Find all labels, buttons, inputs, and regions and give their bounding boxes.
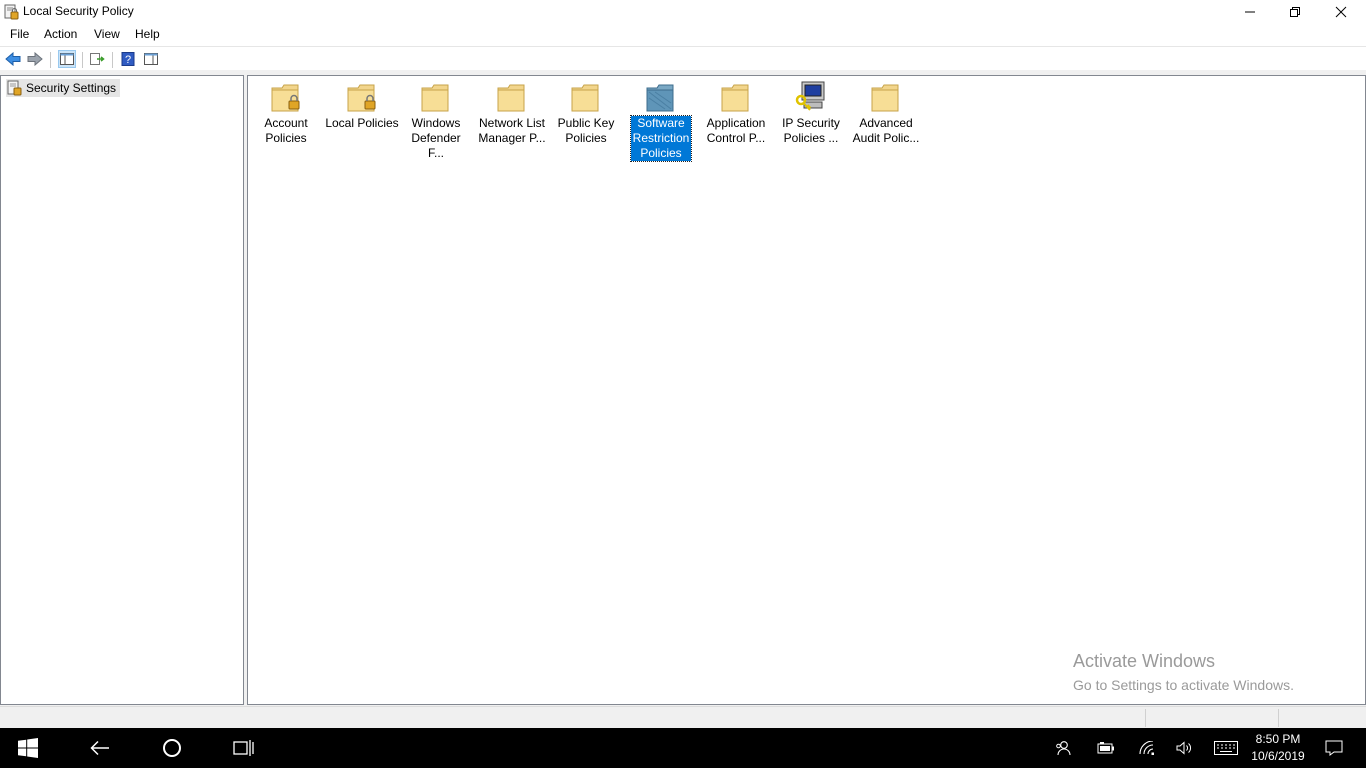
activate-windows-watermark: Activate Windows Go to Settings to activ… <box>1073 651 1294 693</box>
cortana-circle-icon <box>163 739 181 757</box>
svg-text:?: ? <box>125 54 131 66</box>
details-pane: Account Policies Local Policies Windows De… <box>247 75 1366 705</box>
list-item-label: Application Control P... <box>706 116 766 145</box>
close-button[interactable] <box>1318 0 1364 24</box>
action-center-button[interactable] <box>1318 728 1350 768</box>
list-item-software-restriction-policies[interactable]: Software Restriction Policies <box>630 79 692 162</box>
list-item-label: IP Security Policies ... <box>782 116 840 145</box>
menu-action[interactable]: Action <box>44 27 77 41</box>
software-restriction-icon <box>646 84 674 112</box>
help-icon: ? <box>121 52 135 66</box>
list-item-label: Local Policies <box>325 116 399 130</box>
cortana-button[interactable] <box>150 728 194 768</box>
status-bar <box>0 706 1366 728</box>
wifi-icon <box>1139 741 1154 755</box>
ip-security-computer-icon <box>795 81 825 111</box>
forward-button[interactable] <box>26 50 44 68</box>
task-view-icon <box>233 740 254 756</box>
volume-icon <box>1176 741 1191 755</box>
people-icon <box>1056 741 1071 756</box>
tree-item-security-settings[interactable]: Security Settings <box>6 79 121 97</box>
back-arrow-icon <box>90 740 109 756</box>
locked-folder-icon <box>271 84 300 112</box>
locked-folder-icon <box>347 84 376 112</box>
watermark-title: Activate Windows <box>1073 651 1216 671</box>
back-button[interactable] <box>4 50 22 68</box>
action-center-icon <box>1325 740 1343 756</box>
list-item-label: Windows Defender F... <box>411 116 461 160</box>
task-view-button[interactable] <box>222 728 266 768</box>
folder-icon <box>421 84 449 112</box>
properties-view-icon <box>144 53 158 65</box>
people-button[interactable] <box>1048 728 1078 768</box>
list-item-network-list-manager[interactable]: Network List Manager P... <box>476 79 548 146</box>
minimize-button[interactable] <box>1227 0 1273 24</box>
list-item-advanced-audit-policy[interactable]: Advanced Audit Polic... <box>851 79 921 146</box>
taskbar: 8:50 PM 10/6/2019 <box>0 728 1366 768</box>
list-item-public-key-policies[interactable]: Public Key Policies <box>551 79 621 146</box>
properties-view-button[interactable] <box>142 50 160 68</box>
security-settings-icon <box>7 80 22 96</box>
battery-button[interactable] <box>1093 728 1119 768</box>
menu-bar: File Action View Help <box>0 24 1366 44</box>
list-item-ip-security-policies[interactable]: IP Security Policies ... <box>776 79 846 146</box>
back-arrow-icon <box>5 52 21 66</box>
folder-icon <box>571 84 599 112</box>
folder-icon <box>721 84 749 112</box>
list-item-local-policies[interactable]: Local Policies <box>324 79 400 131</box>
title-bar: Local Security Policy <box>0 0 1366 24</box>
list-item-label: Network List Manager P... <box>478 116 546 145</box>
toolbar: ? <box>0 46 1366 70</box>
list-item-windows-defender-firewall[interactable]: Windows Defender F... <box>401 79 471 161</box>
volume-button[interactable] <box>1172 728 1198 768</box>
folder-icon <box>497 84 525 112</box>
menu-view[interactable]: View <box>94 27 120 41</box>
close-icon <box>1335 6 1347 18</box>
clock-date: 10/6/2019 <box>1251 749 1305 763</box>
restore-button[interactable] <box>1272 0 1318 24</box>
list-item-label: Advanced Audit Polic... <box>852 116 920 145</box>
touch-keyboard-button[interactable] <box>1210 728 1242 768</box>
taskbar-clock[interactable]: 8:50 PM 10/6/2019 <box>1246 731 1310 765</box>
console-tree-pane: Security Settings <box>0 75 244 705</box>
keyboard-icon <box>1214 741 1238 755</box>
network-button[interactable] <box>1134 728 1160 768</box>
show-hide-tree-icon <box>60 53 74 65</box>
list-item-account-policies[interactable]: Account Policies <box>251 79 321 146</box>
menu-file[interactable]: File <box>10 27 29 41</box>
show-hide-tree-button[interactable] <box>58 50 76 68</box>
list-item-label: Public Key Policies <box>557 116 615 145</box>
taskbar-back-button[interactable] <box>78 728 122 768</box>
menu-help[interactable]: Help <box>135 27 160 41</box>
minimize-icon <box>1245 11 1255 13</box>
policy-app-icon <box>4 4 19 20</box>
list-item-application-control-policies[interactable]: Application Control P... <box>701 79 771 146</box>
start-button[interactable] <box>0 728 56 768</box>
clock-time: 8:50 PM <box>1255 732 1301 746</box>
list-item-label: Account Policies <box>264 116 308 145</box>
list-item-label: Software Restriction Policies <box>630 115 692 162</box>
main-area: Security Settings Account Policies Local … <box>0 70 1366 706</box>
restore-icon <box>1290 7 1300 17</box>
forward-arrow-icon <box>27 52 43 66</box>
folder-icon <box>871 84 899 112</box>
window-title: Local Security Policy <box>23 4 134 18</box>
help-button[interactable]: ? <box>119 50 137 68</box>
tree-item-label: Security Settings <box>26 81 117 95</box>
watermark-subtitle: Go to Settings to activate Windows. <box>1073 677 1294 693</box>
battery-icon <box>1097 742 1114 754</box>
export-list-button[interactable] <box>88 50 106 68</box>
windows-start-icon <box>18 738 38 758</box>
export-list-icon <box>90 53 105 65</box>
